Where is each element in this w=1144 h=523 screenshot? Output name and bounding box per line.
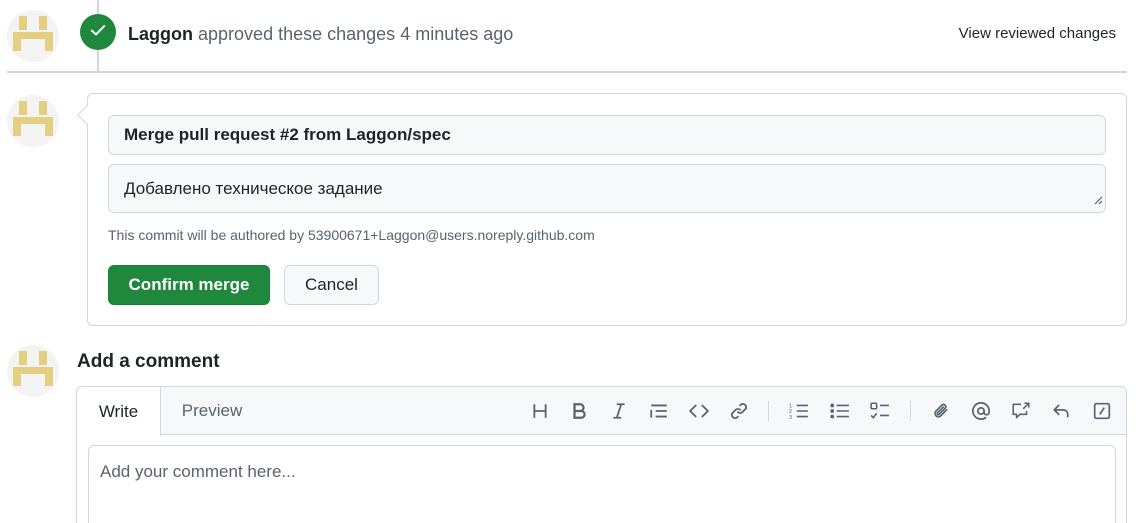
resize-handle-icon[interactable] (1093, 190, 1103, 210)
review-action: approved these changes (198, 24, 396, 44)
link-icon[interactable] (727, 399, 751, 423)
cancel-button[interactable]: Cancel (284, 265, 379, 305)
quote-icon[interactable] (647, 399, 671, 423)
toolbar-separator (768, 401, 769, 421)
add-comment-heading: Add a comment (77, 351, 220, 372)
review-author-link[interactable]: Laggon (128, 24, 193, 44)
confirm-merge-button[interactable]: Confirm merge (108, 265, 270, 305)
cross-reference-icon[interactable] (1009, 399, 1033, 423)
attach-icon[interactable] (929, 399, 953, 423)
toolbar-separator (910, 401, 911, 421)
slash-command-icon[interactable] (1090, 399, 1114, 423)
bold-icon[interactable] (567, 399, 591, 423)
tab-preview[interactable]: Preview (165, 387, 259, 435)
view-reviewed-changes-link[interactable]: View reviewed changes (959, 25, 1116, 42)
commit-author-note: This commit will be authored by 53900671… (108, 227, 595, 243)
merge-form: Merge pull request #2 from Laggon/spec Д… (77, 93, 1127, 326)
approved-badge (80, 14, 116, 50)
review-time[interactable]: 4 minutes ago (400, 24, 513, 44)
italic-icon[interactable] (607, 399, 631, 423)
mention-icon[interactable] (969, 399, 993, 423)
task-list-icon[interactable] (868, 399, 892, 423)
divider (7, 71, 1127, 73)
comment-tabbar: Write Preview 123 (77, 387, 1126, 436)
avatar[interactable] (7, 10, 59, 62)
avatar[interactable] (7, 345, 59, 397)
heading-icon[interactable] (528, 399, 552, 423)
unordered-list-icon[interactable] (828, 399, 852, 423)
speech-pointer (77, 105, 97, 125)
svg-text:3: 3 (789, 415, 792, 420)
check-icon (89, 21, 107, 44)
saved-reply-icon[interactable] (1049, 399, 1073, 423)
comment-textarea[interactable] (88, 445, 1116, 523)
commit-title-value: Merge pull request #2 from Laggon/spec (124, 125, 451, 144)
commit-title-input[interactable]: Merge pull request #2 from Laggon/spec (108, 115, 1106, 155)
avatar[interactable] (7, 95, 59, 147)
code-icon[interactable] (687, 399, 711, 423)
commit-body-value: Добавлено техническое задание (124, 179, 383, 198)
comment-editor: Write Preview 123 (76, 386, 1127, 523)
commit-body-textarea[interactable]: Добавлено техническое задание (108, 164, 1106, 213)
ordered-list-icon[interactable]: 123 (787, 399, 811, 423)
review-summary: Laggon approved these changes 4 minutes … (128, 24, 513, 45)
tab-write[interactable]: Write (77, 387, 161, 436)
